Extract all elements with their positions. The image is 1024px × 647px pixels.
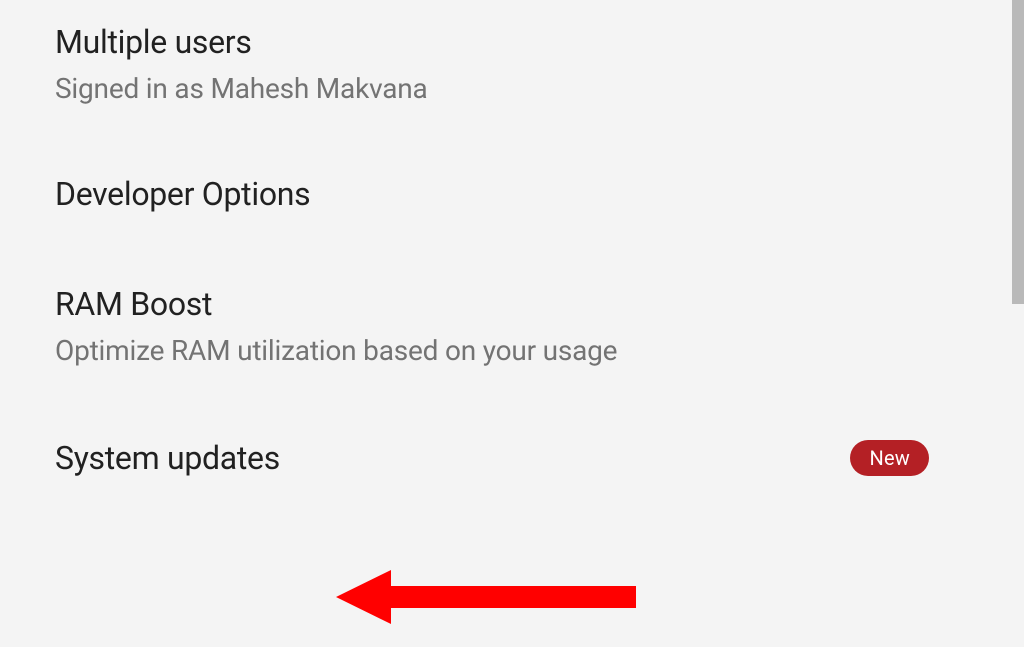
setting-item-developer-options[interactable]: Developer Options <box>55 174 969 214</box>
setting-item-system-updates[interactable]: System updates New <box>55 438 969 478</box>
setting-item-ram-boost[interactable]: RAM Boost Optimize RAM utilization based… <box>55 284 969 367</box>
setting-title: Developer Options <box>55 174 969 214</box>
setting-item-multiple-users[interactable]: Multiple users Signed in as Mahesh Makva… <box>55 22 969 105</box>
new-badge: New <box>850 440 929 476</box>
scrollbar[interactable] <box>1012 0 1024 304</box>
setting-subtitle: Signed in as Mahesh Makvana <box>55 72 969 105</box>
setting-title: Multiple users <box>55 22 969 62</box>
setting-subtitle: Optimize RAM utilization based on your u… <box>55 334 969 367</box>
settings-list: Multiple users Signed in as Mahesh Makva… <box>0 0 1024 478</box>
setting-title: RAM Boost <box>55 284 969 324</box>
setting-title: System updates <box>55 438 280 478</box>
annotation-arrow-icon <box>336 562 656 647</box>
